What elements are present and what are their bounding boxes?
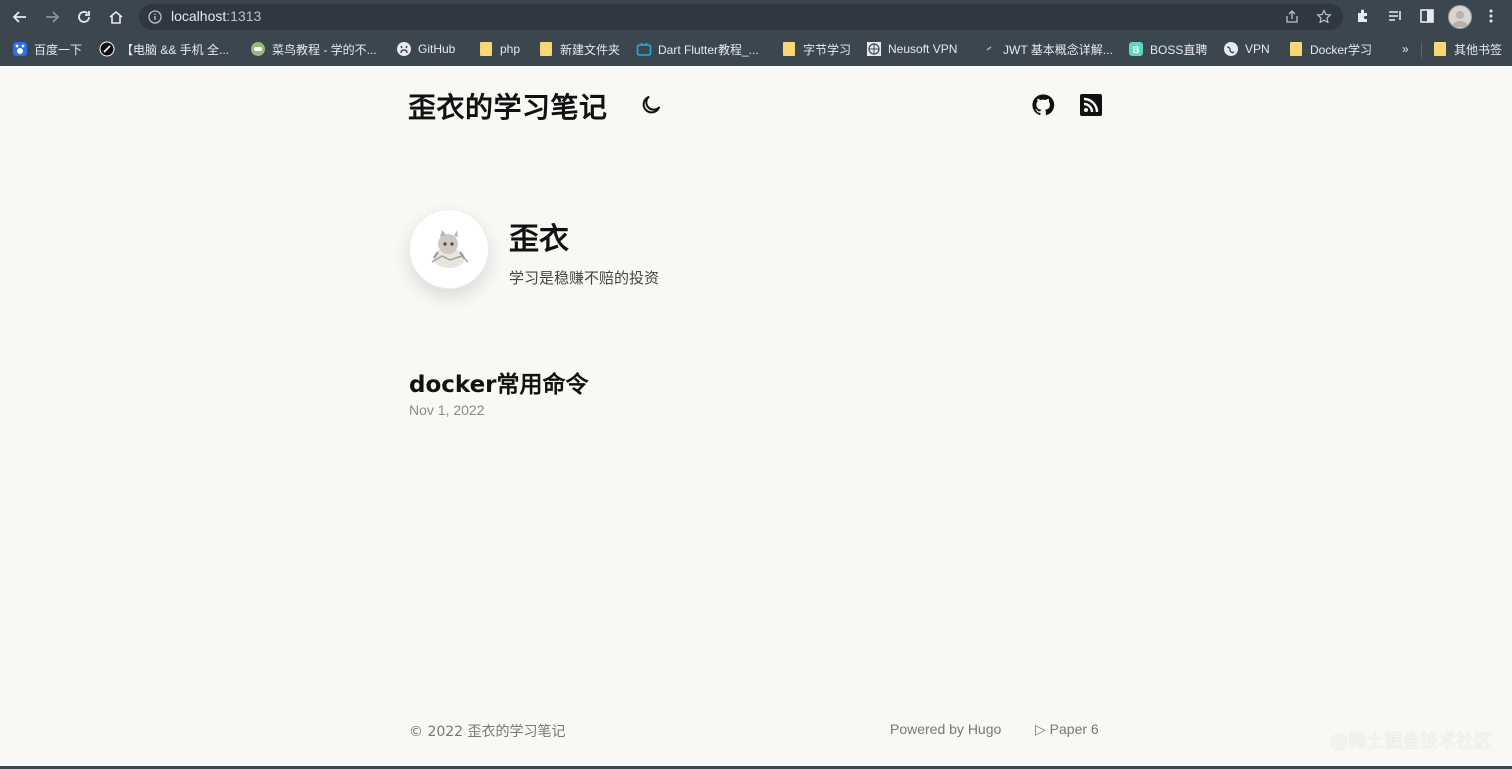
powered-by-hugo-link[interactable]: Powered by Hugo — [890, 721, 1001, 737]
baidu-icon — [12, 41, 28, 57]
bookmark-item[interactable]: B BOSS直聘 — [1128, 36, 1207, 62]
bookmark-item[interactable]: GitHub — [396, 36, 455, 62]
bookmark-label: 字节学习 — [803, 42, 852, 57]
folder-icon — [1288, 41, 1304, 57]
boss-icon: B — [1128, 41, 1144, 57]
bookmark-item[interactable]: Docker学习 — [1288, 36, 1372, 62]
arrow-right-icon — [46, 11, 60, 23]
reload-button[interactable] — [72, 5, 96, 29]
bookmark-label: VPN — [1245, 42, 1270, 56]
bookmark-label: Dart Flutter教程_... — [658, 42, 759, 57]
rss-icon — [1080, 94, 1102, 116]
bookmark-item[interactable]: php — [478, 36, 520, 62]
browser-chrome: localhost:1313 百度一下 【电脑 && 手机 全... 菜鸟教程 … — [0, 0, 1512, 66]
globe-icon — [866, 41, 882, 57]
rss-link[interactable] — [1078, 92, 1104, 118]
bilibili-icon — [636, 41, 652, 57]
bookmark-label: Docker学习 — [1310, 42, 1373, 57]
globe-icon — [1223, 41, 1239, 57]
bookmark-item[interactable]: 【电脑 && 手机 全... — [99, 36, 229, 62]
address-bar[interactable]: localhost:1313 — [139, 4, 1343, 30]
home-button[interactable] — [104, 5, 128, 29]
bookmark-label: 菜鸟教程 - 学的不... — [272, 42, 377, 57]
svg-text:B: B — [1132, 45, 1139, 56]
github-link[interactable] — [1030, 92, 1056, 118]
back-button[interactable] — [8, 5, 32, 29]
folder-icon — [538, 41, 554, 57]
overflow-label: » — [1402, 42, 1409, 56]
bookmark-item[interactable]: Dart Flutter教程_... — [636, 36, 759, 62]
menu-icon[interactable] — [1481, 6, 1501, 26]
bookmark-item[interactable]: 字节学习 — [781, 36, 851, 62]
footer-copyright: © 2022 歪衣的学习笔记 — [409, 724, 566, 740]
github-icon — [396, 41, 412, 57]
bookmarks-separator — [1421, 42, 1422, 58]
browser-toolbar: localhost:1313 — [0, 0, 1512, 33]
bookmark-item[interactable]: VPN — [1223, 36, 1270, 62]
moon-icon — [642, 96, 660, 114]
side-panel-icon[interactable] — [1417, 6, 1437, 26]
home-icon — [109, 10, 123, 24]
runoob-icon — [250, 41, 266, 57]
bookmark-label: 新建文件夹 — [560, 42, 621, 57]
bookmark-label: JWT 基本概念详解... — [1003, 42, 1113, 57]
site-icon — [99, 41, 115, 57]
bookmarks-bar: 百度一下 【电脑 && 手机 全... 菜鸟教程 - 学的不... GitHub… — [0, 36, 1512, 62]
reload-icon — [78, 11, 90, 23]
bookmark-item[interactable]: 菜鸟教程 - 学的不... — [250, 36, 377, 62]
profile-avatar-chip[interactable] — [1448, 5, 1472, 29]
post-date: Nov 1, 2022 — [409, 402, 485, 418]
profile-avatar — [409, 209, 489, 289]
bookmark-label: 百度一下 — [34, 42, 83, 57]
avatar-cat-image — [431, 230, 469, 268]
profile-name: 歪衣 — [509, 222, 569, 257]
bookmark-label: 【电脑 && 手机 全... — [121, 42, 230, 57]
url-host: localhost — [171, 8, 227, 24]
info-icon[interactable] — [148, 9, 162, 28]
bookmark-label: Neusoft VPN — [888, 42, 958, 56]
star-icon[interactable] — [1316, 9, 1332, 29]
url-port: :1313 — [226, 8, 262, 24]
forward-button[interactable] — [40, 5, 64, 29]
bookmark-label: BOSS直聘 — [1150, 42, 1208, 57]
profile-bio: 学习是稳赚不赔的投资 — [509, 269, 660, 287]
paper-theme-link[interactable]: ▷ Paper 6 — [1035, 721, 1099, 738]
post-title-link[interactable]: docker常用命令 — [409, 365, 589, 399]
bookmark-item[interactable]: JWT 基本概念详解... — [981, 36, 1113, 62]
bookmark-item[interactable]: 百度一下 — [12, 36, 82, 62]
other-bookmarks-label: 其他书签 — [1454, 42, 1503, 57]
bookmark-label: php — [500, 42, 521, 56]
share-icon[interactable] — [1284, 9, 1300, 29]
github-icon — [1032, 94, 1055, 116]
reading-list-icon[interactable] — [1385, 6, 1405, 26]
folder-icon — [478, 41, 494, 57]
theme-toggle-button[interactable] — [638, 92, 664, 118]
other-bookmarks[interactable]: 其他书签 — [1432, 36, 1502, 62]
site-icon — [981, 41, 997, 57]
extensions-icon[interactable] — [1353, 6, 1373, 26]
site-title[interactable]: 歪衣的学习笔记 — [408, 86, 608, 126]
bookmark-item[interactable]: Neusoft VPN — [866, 36, 957, 62]
folder-icon — [781, 41, 797, 57]
bookmark-label: GitHub — [418, 42, 456, 56]
arrow-left-icon — [12, 11, 26, 23]
folder-icon — [1432, 41, 1448, 57]
url-text: localhost:1313 — [171, 8, 261, 24]
bookmarks-overflow-button[interactable]: » — [1402, 36, 1409, 62]
bookmark-item[interactable]: 新建文件夹 — [538, 36, 620, 62]
watermark: @稀土掘金技术社区 — [1330, 731, 1492, 752]
